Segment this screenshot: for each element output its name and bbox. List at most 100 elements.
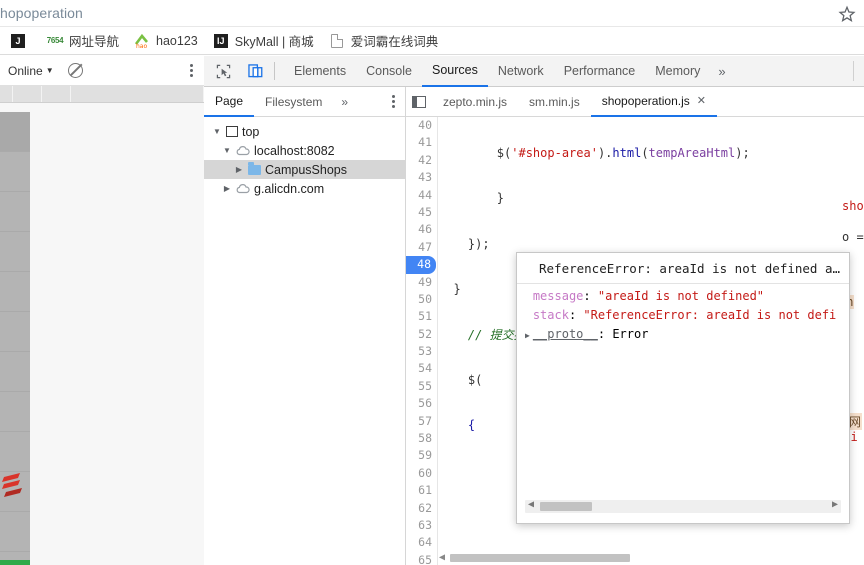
line-number[interactable]: 45: [406, 204, 437, 221]
scrollbar-thumb[interactable]: [540, 502, 592, 511]
cloud-icon: [236, 145, 250, 156]
line-number[interactable]: 42: [406, 152, 437, 169]
device-toolbar-icon[interactable]: [242, 58, 268, 84]
line-number[interactable]: 43: [406, 169, 437, 186]
popover-horizontal-scrollbar[interactable]: ◀ ▶: [525, 499, 841, 513]
inspect-element-icon[interactable]: [210, 58, 236, 84]
tab-performance[interactable]: Performance: [554, 56, 646, 87]
line-number[interactable]: 50: [406, 291, 437, 308]
twisty-icon[interactable]: ▶: [234, 165, 244, 174]
popover-property-row[interactable]: ▶ __proto__: Error: [525, 325, 849, 344]
navigator-more-tabs-icon[interactable]: »: [333, 95, 356, 109]
popover-property-row[interactable]: ▶stack: "ReferenceError: areaId is not d…: [525, 306, 849, 325]
tree-item-galicdn[interactable]: ▶ g.alicdn.com: [204, 179, 405, 198]
line-number[interactable]: 58: [406, 430, 437, 447]
expand-arrow-icon[interactable]: ▶: [525, 331, 530, 340]
frame-icon: [226, 126, 238, 137]
cloud-icon: [236, 183, 250, 194]
popover-property-row[interactable]: ▶message: "areaId is not defined": [525, 287, 849, 306]
property-key: __proto__: [532, 327, 598, 341]
property-value: "areaId is not defined": [597, 289, 765, 303]
sidebar-toggle-icon[interactable]: [406, 87, 432, 117]
devtools-secondary-strip: [0, 86, 204, 103]
line-number[interactable]: 46: [406, 221, 437, 238]
line-number-execution-marker[interactable]: 48: [406, 256, 436, 274]
line-number[interactable]: 65: [406, 552, 437, 565]
line-number[interactable]: 56: [406, 395, 437, 412]
line-number[interactable]: 41: [406, 134, 437, 151]
tab-elements[interactable]: Elements: [284, 56, 356, 87]
tree-item-label: g.alicdn.com: [254, 181, 325, 196]
line-number[interactable]: 63: [406, 517, 437, 534]
editor-tab-label: zepto.min.js: [443, 94, 508, 109]
tab-memory[interactable]: Memory: [645, 56, 710, 87]
popover-properties: ▶message: "areaId is not defined" ▶stack…: [517, 284, 849, 344]
bookmark-label: 爱词霸在线词典: [350, 35, 439, 49]
more-tabs-icon[interactable]: »: [710, 64, 733, 79]
tree-item-localhost[interactable]: ▼ localhost:8082: [204, 141, 405, 160]
line-number[interactable]: 52: [406, 326, 437, 343]
line-number[interactable]: 64: [406, 534, 437, 551]
close-icon[interactable]: ✕: [697, 94, 706, 107]
star-icon[interactable]: [838, 5, 856, 23]
code-fragment-right: sho: [842, 199, 864, 213]
twisty-icon[interactable]: ▼: [222, 146, 232, 155]
editor-tab-label: sm.min.js: [529, 94, 580, 109]
line-number[interactable]: 61: [406, 482, 437, 499]
scroll-right-arrow-icon[interactable]: ▶: [832, 499, 838, 510]
line-number[interactable]: 62: [406, 500, 437, 517]
code-line: }: [439, 191, 505, 206]
sources-navigator-pane: Page Filesystem » ▼ top ▼ localhost:8082: [204, 87, 406, 565]
line-number[interactable]: 57: [406, 413, 437, 430]
line-number[interactable]: 44: [406, 187, 437, 204]
property-value: "ReferenceError: areaId is not defi: [583, 308, 837, 322]
error-object-popover[interactable]: ReferenceError: areaId is not defined a……: [516, 252, 850, 524]
editor-tab-shopoperation[interactable]: shopoperation.js ✕: [590, 87, 717, 117]
browser-tab-title[interactable]: hopoperation: [0, 5, 83, 21]
navigator-more-options-icon[interactable]: [388, 94, 405, 109]
line-number[interactable]: 55: [406, 378, 437, 395]
line-number[interactable]: 47: [406, 239, 437, 256]
line-number[interactable]: 53: [406, 343, 437, 360]
scrollbar-thumb[interactable]: [450, 554, 630, 562]
folder-icon: [248, 161, 261, 175]
bookmark-item[interactable]: J: [4, 31, 41, 51]
bookmark-favicon-7654-icon: 7654: [46, 36, 64, 45]
tab-sources[interactable]: Sources: [421, 56, 488, 87]
line-number[interactable]: 40: [406, 117, 437, 134]
editor-tab-zepto[interactable]: zepto.min.js: [432, 87, 518, 117]
no-throttle-icon[interactable]: [67, 63, 83, 78]
editor-horizontal-scrollbar[interactable]: ◀: [439, 552, 861, 563]
bookmark-favicon-doc-icon: [329, 33, 345, 49]
line-number[interactable]: 59: [406, 447, 437, 464]
scroll-left-arrow-icon[interactable]: ◀: [439, 552, 445, 563]
editor-tab-strip: zepto.min.js sm.min.js shopoperation.js …: [406, 87, 864, 117]
tab-network[interactable]: Network: [488, 56, 554, 87]
svg-text:hao: hao: [136, 43, 147, 49]
line-number[interactable]: 49: [406, 274, 437, 291]
tab-console[interactable]: Console: [356, 56, 422, 87]
devtools-main-toolbar: Elements Console Sources Network Perform…: [204, 56, 864, 87]
toolbar-divider: [274, 62, 275, 80]
more-options-icon[interactable]: [187, 62, 196, 80]
property-separator: :: [568, 308, 584, 322]
scroll-left-arrow-icon[interactable]: ◀: [528, 499, 534, 510]
line-number[interactable]: 60: [406, 465, 437, 482]
navigator-tab-page[interactable]: Page: [204, 87, 255, 117]
editor-tab-sm[interactable]: sm.min.js: [518, 87, 591, 117]
bookmark-item[interactable]: IJ SkyMall | 商城: [207, 29, 323, 52]
line-number[interactable]: 51: [406, 308, 437, 325]
twisty-icon[interactable]: ▼: [212, 127, 222, 136]
bookmark-item[interactable]: 7654 网址导航: [41, 29, 128, 52]
tree-item-label: top: [242, 124, 260, 139]
bookmark-item[interactable]: 爱词霸在线词典: [323, 29, 448, 52]
tree-item-top[interactable]: ▼ top: [204, 122, 405, 141]
line-number[interactable]: 54: [406, 360, 437, 377]
bookmark-item[interactable]: hao hao123: [128, 31, 207, 51]
throttle-select[interactable]: Online ▼: [8, 64, 54, 78]
twisty-icon[interactable]: ▶: [222, 184, 232, 193]
code-fragment-right: o =: [842, 230, 864, 244]
tree-item-campusshops[interactable]: ▶ CampusShops: [204, 160, 405, 179]
chevron-down-icon: ▼: [45, 66, 54, 75]
navigator-tab-filesystem[interactable]: Filesystem: [254, 87, 333, 117]
